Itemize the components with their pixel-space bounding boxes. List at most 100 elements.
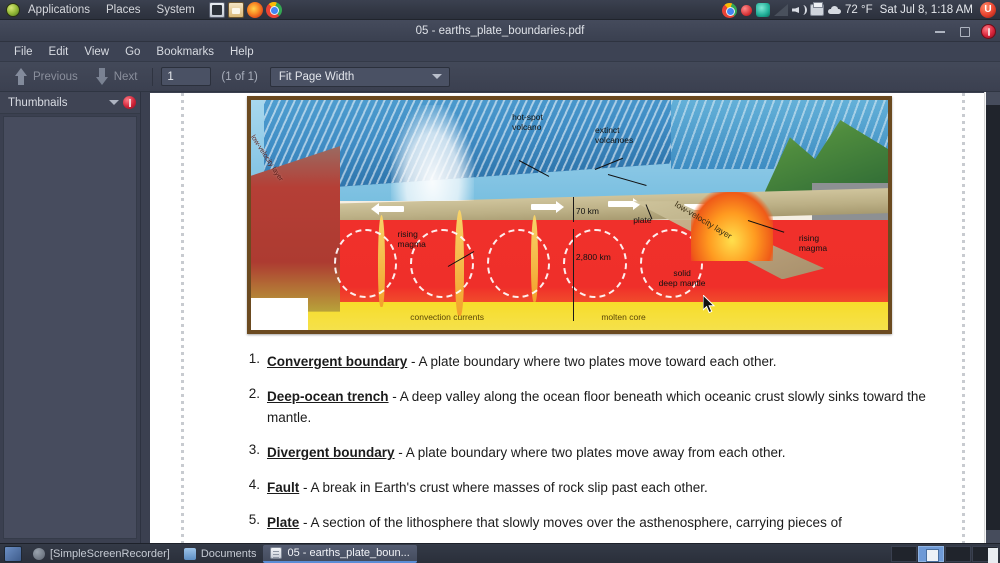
zoom-level-select[interactable]: Fit Page Width	[269, 66, 450, 87]
menu-help[interactable]: Help	[222, 42, 262, 62]
arrow-up-icon	[13, 68, 29, 85]
volume-icon[interactable]	[792, 4, 808, 16]
close-icon[interactable]	[981, 23, 996, 39]
menu-edit[interactable]: Edit	[41, 42, 77, 62]
thumbnails-list[interactable]	[3, 116, 137, 539]
list-item: 3. Divergent boundary - A plate boundary…	[247, 442, 944, 463]
clock[interactable]: Sat Jul 8, 1:18 AM	[877, 4, 976, 16]
taskbar-label: Documents	[200, 547, 257, 560]
folder-icon	[183, 547, 196, 560]
printer-icon[interactable]	[810, 2, 825, 16]
definition-text: - A section of the lithosphere that slow…	[299, 515, 842, 530]
system-logo-icon[interactable]	[6, 2, 20, 17]
toolbar: Previous Next (1 of 1) Fit Page Width	[0, 62, 1000, 92]
list-number: 1.	[248, 351, 260, 366]
minimize-icon[interactable]	[933, 24, 947, 38]
term-label: Divergent boundary	[267, 445, 395, 460]
molten-core-layer	[251, 302, 888, 330]
chevron-down-icon	[431, 74, 442, 79]
convection-cell-1	[333, 228, 398, 298]
list-number: 3.	[248, 442, 260, 457]
menu-file[interactable]: File	[6, 42, 41, 62]
weather-cloud-icon	[828, 5, 842, 15]
scroll-up-button[interactable]	[986, 92, 1000, 105]
taskbar-item-documents[interactable]: Documents	[177, 545, 264, 563]
solid-deep-mantle-text: solid deep mantle	[658, 267, 706, 288]
rising-magma-left-text: rising magma	[397, 228, 426, 249]
scroll-down-button[interactable]	[986, 530, 1000, 543]
tray-sync-icon[interactable]	[756, 3, 771, 17]
recorder-icon	[33, 547, 45, 560]
menu-bookmarks[interactable]: Bookmarks	[148, 42, 222, 62]
solid-deep-mantle-label: solid deep mantle	[659, 268, 706, 288]
menubar: File Edit View Go Bookmarks Help	[0, 42, 1000, 62]
previous-page-button[interactable]: Previous	[6, 66, 85, 87]
list-text: Fault - A break in Earth's crust where m…	[267, 477, 708, 498]
taskbar-label: [SimpleScreenRecorder]	[50, 547, 170, 560]
document-scrollbar[interactable]	[986, 92, 1000, 543]
rising-magma-label-left: rising magma	[398, 229, 426, 249]
workspace-cell[interactable]	[891, 546, 917, 562]
network-icon[interactable]	[774, 4, 789, 16]
list-item: 4. Fault - A break in Earth's crust wher…	[247, 477, 944, 498]
plate-motion-arrow-left	[371, 202, 405, 215]
taskbar-item-pdf[interactable]: 05 - earths_plate_boun...	[263, 544, 417, 563]
tray-recorder-icon[interactable]	[741, 4, 753, 16]
rising-magma-right-text: rising magma	[798, 233, 828, 254]
next-page-button[interactable]: Next	[87, 66, 145, 87]
term-label: Plate	[267, 515, 300, 530]
sidebar-title: Thumbnails	[8, 96, 68, 109]
maximize-icon[interactable]	[957, 24, 971, 38]
list-item: 2. Deep-ocean trench - A deep valley alo…	[247, 386, 944, 428]
show-desktop-icon[interactable]	[4, 545, 22, 562]
extinct-volcanoes-text: extinct volcanoes	[594, 125, 634, 146]
figure-canvas: low-velocity layer hot-spot volcano exti…	[251, 100, 888, 330]
menu-view[interactable]: View	[76, 42, 117, 62]
window-titlebar[interactable]: 05 - earths_plate_boundaries.pdf	[0, 20, 1000, 42]
pdf-viewer-window: 05 - earths_plate_boundaries.pdf File Ed…	[0, 20, 1000, 543]
list-text: Divergent boundary - A plate boundary wh…	[267, 442, 786, 463]
menu-go[interactable]: Go	[117, 42, 148, 62]
list-number: 4.	[248, 477, 260, 492]
document-view[interactable]: low-velocity layer hot-spot volcano exti…	[141, 92, 1000, 543]
menu-applications[interactable]: Applications	[20, 0, 98, 20]
previous-label: Previous	[33, 70, 78, 83]
desktop-top-panel: Applications Places System 72 °F Sat Jul…	[0, 0, 1000, 20]
term-label: Deep-ocean trench	[267, 389, 389, 404]
page-number-input[interactable]	[161, 67, 212, 86]
list-number: 5.	[248, 512, 260, 527]
menu-system[interactable]: System	[149, 0, 203, 20]
weather-temperature[interactable]: 72 °F	[845, 4, 873, 16]
chrome-icon[interactable]	[265, 1, 282, 18]
window-body: Thumbnails low-velocity layer hot-spot v…	[0, 92, 1000, 543]
menu-places[interactable]: Places	[98, 0, 149, 20]
hotspot-volcano-text: hot-spot volcano	[512, 111, 543, 132]
close-sidebar-icon[interactable]	[123, 96, 136, 109]
next-label: Next	[113, 70, 138, 83]
workspace-cell[interactable]	[945, 546, 971, 562]
term-label: Convergent boundary	[267, 354, 408, 369]
terminal-icon[interactable]	[208, 1, 225, 18]
plate-label: plate	[633, 215, 652, 225]
tray-chrome-icon[interactable]	[722, 2, 738, 18]
definitions-list: 1. Convergent boundary - A plate boundar…	[247, 351, 944, 543]
page-perforation-left	[181, 93, 184, 543]
workspace-switcher[interactable]	[891, 546, 998, 563]
pdf-page: low-velocity layer hot-spot volcano exti…	[150, 93, 984, 543]
mouse-cursor	[703, 295, 716, 314]
convection-currents-label: convection currents	[410, 311, 484, 322]
taskbar-item-simplescreenrecorder[interactable]: [SimpleScreenRecorder]	[26, 545, 177, 563]
rising-magma-label-right: rising magma	[799, 233, 827, 253]
plate-motion-arrow-right-2	[607, 198, 641, 211]
firefox-icon[interactable]	[246, 1, 263, 18]
depth-2800km-dimension	[572, 228, 574, 321]
molten-core-label: molten core	[601, 311, 646, 322]
chevron-down-icon[interactable]	[109, 100, 119, 105]
plate-motion-arrow-right-1	[531, 200, 565, 213]
panel-launchers	[208, 1, 282, 18]
file-manager-icon[interactable]	[227, 1, 244, 18]
workspace-cell-active[interactable]	[918, 546, 944, 562]
hotspot-volcano-label: hot-spot volcano	[512, 112, 543, 132]
list-text: Convergent boundary - A plate boundary w…	[267, 351, 777, 372]
user-indicator-icon[interactable]: U	[980, 2, 996, 18]
